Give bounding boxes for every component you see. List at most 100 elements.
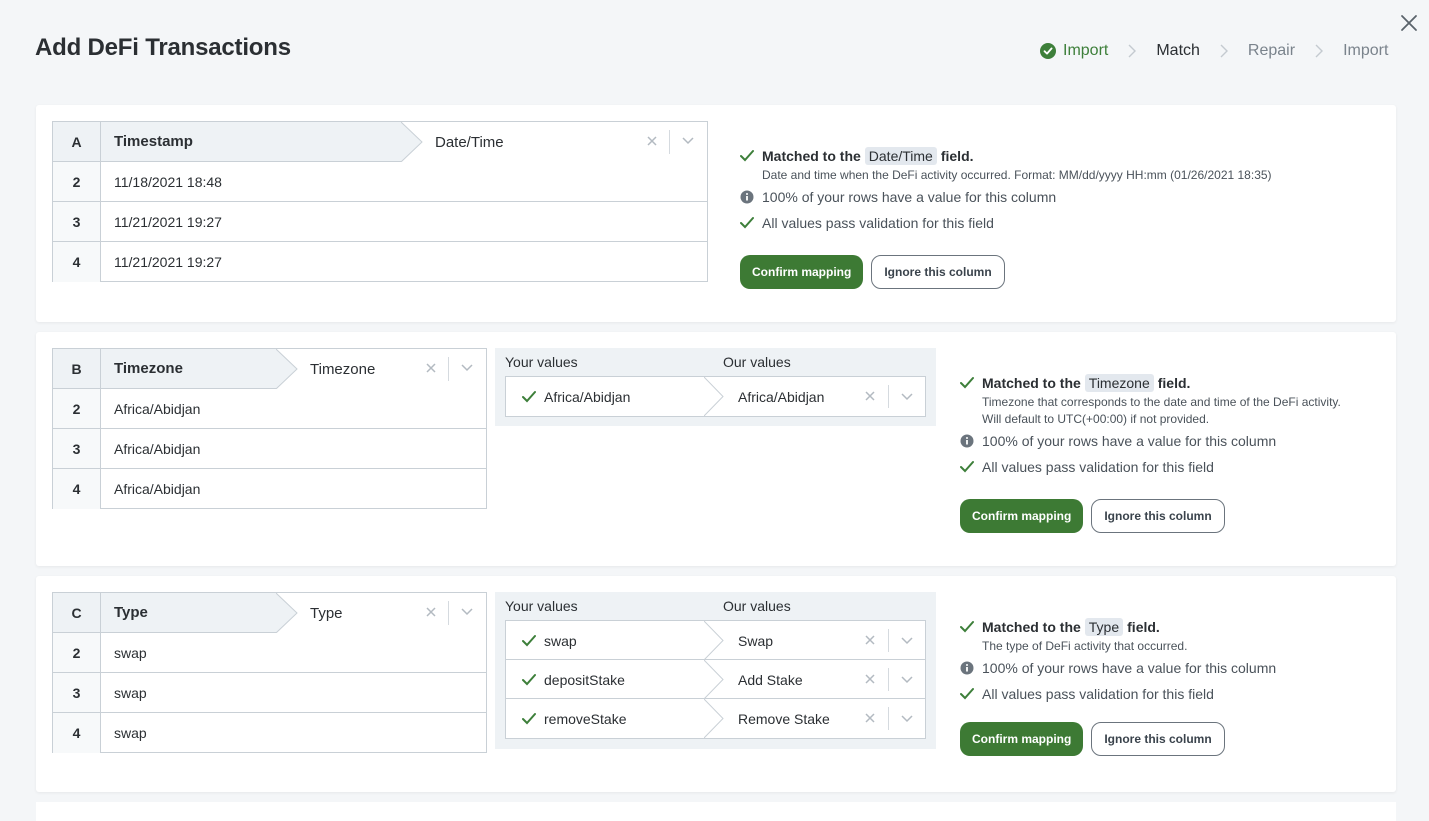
divider [448, 357, 449, 381]
your-value: removeStake [506, 699, 626, 738]
close-icon[interactable] [1398, 12, 1420, 34]
confirm-mapping-button[interactable]: Confirm mapping [960, 722, 1084, 756]
clear-icon[interactable] [863, 672, 877, 686]
our-value-select[interactable]: Swap [738, 621, 773, 660]
confirm-mapping-button[interactable]: Confirm mapping [960, 499, 1084, 533]
action-buttons: Confirm mapping Ignore this column [960, 499, 1380, 533]
coverage-line: 100% of your rows have a value for this … [960, 660, 1380, 686]
step-import-final: Import [1343, 42, 1388, 60]
divider [888, 668, 889, 691]
check-icon [522, 634, 536, 646]
our-value-select[interactable]: Add Stake [738, 660, 803, 699]
page-title: Add DeFi Transactions [35, 34, 291, 61]
table-row: 4 swap [53, 713, 486, 753]
check-icon [522, 390, 536, 402]
stepper: Import Match Repair Import [1040, 41, 1388, 61]
row-number: 3 [53, 673, 101, 712]
arrow-divider [276, 593, 298, 633]
column-card-a: A Timestamp Date/Time 2 11/18/2021 18:48… [36, 105, 1396, 322]
matched-prefix: Matched to the [762, 148, 861, 164]
field-description: Date and time when the DeFi activity occ… [762, 168, 1272, 182]
field-select-value: Type [310, 604, 343, 622]
value-mapping-list: Africa/Abidjan Africa/Abidjan [505, 376, 926, 417]
chevron-down-icon[interactable] [460, 607, 474, 617]
validation-text: All values pass validation for this fiel… [762, 215, 994, 231]
chevron-down-icon[interactable] [681, 136, 695, 146]
row-value: 11/21/2021 19:27 [114, 213, 222, 230]
step-import: Import [1040, 42, 1108, 60]
check-circle-icon [1040, 43, 1056, 59]
ignore-column-button[interactable]: Ignore this column [1091, 722, 1225, 756]
ignore-column-button[interactable]: Ignore this column [1091, 499, 1225, 533]
chevron-down-icon[interactable] [900, 714, 914, 724]
coverage-text: 100% of your rows have a value for this … [982, 433, 1277, 449]
row-value: swap [114, 725, 147, 741]
table-row: 2 11/18/2021 18:48 [53, 162, 707, 202]
arrow-divider [704, 377, 724, 416]
chevron-down-icon[interactable] [900, 636, 914, 646]
step-label: Import [1343, 42, 1389, 59]
divider [888, 707, 889, 730]
clear-icon[interactable] [645, 134, 659, 148]
clear-icon[interactable] [863, 633, 877, 647]
row-number: 3 [53, 202, 101, 241]
divider [669, 130, 670, 154]
add-defi-transactions-dialog: Add DeFi Transactions Import Match Repai… [0, 0, 1429, 821]
confirm-mapping-button[interactable]: Confirm mapping [740, 255, 864, 289]
chevron-down-icon[interactable] [460, 363, 474, 373]
clear-icon[interactable] [863, 389, 877, 403]
check-icon [960, 377, 974, 389]
clear-icon[interactable] [863, 711, 877, 725]
your-value-text: depositStake [544, 671, 625, 688]
column-letter: C [53, 593, 101, 632]
match-info: Matched to the Timezone field. Timezone … [960, 374, 1380, 533]
your-values-heading: Your values [505, 354, 578, 370]
matched-status: Matched to the Date/Time field. [740, 147, 1360, 165]
clear-icon[interactable] [424, 605, 438, 619]
field-select-value: Date/Time [435, 133, 504, 151]
chevron-down-icon[interactable] [900, 392, 914, 402]
step-label: Match [1156, 42, 1200, 59]
arrow-divider [704, 621, 724, 660]
value-mapping-row: Africa/Abidjan Africa/Abidjan [506, 377, 925, 416]
chevron-down-icon[interactable] [900, 675, 914, 685]
field-select[interactable]: Type [276, 593, 486, 633]
field-select-value: Timezone [310, 360, 376, 378]
ignore-column-button[interactable]: Ignore this column [871, 255, 1005, 289]
field-select[interactable]: Timezone [276, 349, 486, 389]
row-value: 11/21/2021 19:27 [114, 254, 222, 270]
matched-suffix: field. [940, 148, 974, 164]
field-select[interactable]: Date/Time [401, 122, 707, 162]
column-card-c: C Type Type 2 swap 3 swap 4 swap Your va… [36, 576, 1396, 792]
field-description: The type of DeFi activity that occurred. [982, 639, 1188, 653]
validation-line: All values pass validation for this fiel… [960, 459, 1380, 485]
coverage-text: 100% of your rows have a value for this … [982, 660, 1277, 676]
our-value-select[interactable]: Africa/Abidjan [738, 377, 824, 416]
chevron-right-icon [1315, 44, 1324, 58]
matched-field-chip: Type [1084, 618, 1124, 636]
our-value-select[interactable]: Remove Stake [738, 699, 830, 738]
table-row: 3 swap [53, 673, 486, 713]
our-values-heading: Our values [723, 354, 791, 370]
step-label: Import [1063, 42, 1109, 59]
value-mapping-panel: Your values Our values swap Swap deposit… [495, 592, 936, 749]
row-number: 2 [53, 162, 101, 201]
action-buttons: Confirm mapping Ignore this column [740, 255, 1360, 289]
step-repair: Repair [1248, 42, 1295, 60]
divider [448, 601, 449, 625]
divider [888, 629, 889, 652]
match-info: Matched to the Date/Time field. Date and… [740, 147, 1360, 289]
your-values-heading: Your values [505, 598, 578, 614]
value-mapping-row: depositStake Add Stake [506, 660, 925, 699]
column-card-d-partial [36, 802, 1396, 821]
your-value: depositStake [506, 660, 625, 699]
row-value: Africa/Abidjan [114, 400, 201, 417]
table-row: 3 Africa/Abidjan [53, 429, 486, 469]
column-header: C Type Type [53, 593, 486, 633]
row-value: Africa/Abidjan [114, 440, 201, 457]
clear-icon[interactable] [424, 361, 438, 375]
row-number: 3 [53, 429, 101, 468]
row-number: 2 [53, 389, 101, 428]
matched-status: Matched to the Timezone field. [960, 374, 1380, 392]
table-row: 3 11/21/2021 19:27 [53, 202, 707, 242]
